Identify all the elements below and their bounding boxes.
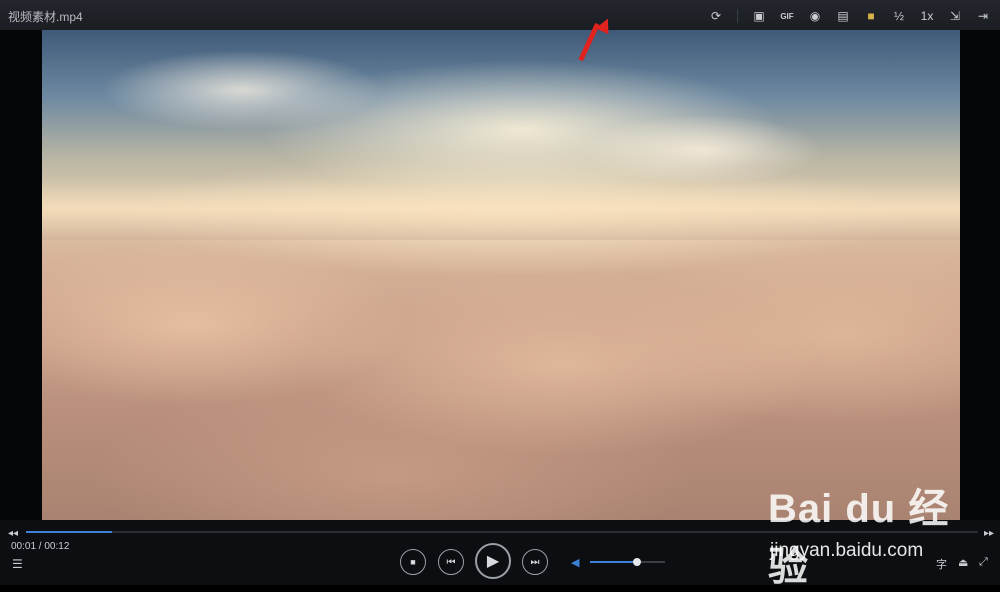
playlist-icon[interactable]: ☰	[12, 557, 23, 571]
seek-forward-icon[interactable]: ▸▸	[984, 528, 994, 539]
pin-icon[interactable]: ⇥	[972, 6, 994, 26]
watermark-logo: Bai du 经验	[768, 487, 950, 589]
refresh-icon[interactable]: ⟳	[705, 6, 727, 26]
gif-icon[interactable]: GIF	[776, 6, 798, 26]
next-button[interactable]: ⏭	[522, 549, 548, 575]
previous-button[interactable]: ⏮	[438, 549, 464, 575]
expand-icon[interactable]: ⤢	[979, 556, 988, 569]
play-button[interactable]: ▶	[475, 543, 511, 579]
next-icon: ⏭	[530, 556, 540, 568]
volume-knob[interactable]	[632, 558, 641, 566]
cloud-band	[42, 180, 960, 240]
pip-icon[interactable]: ⇲	[944, 6, 966, 26]
progress-fill	[26, 531, 112, 533]
play-icon: ▶	[486, 553, 500, 570]
stop-icon: ■	[410, 557, 416, 567]
toolbar-divider	[737, 9, 738, 23]
screenshot-icon[interactable]: ◉	[804, 6, 826, 26]
title-bar: 视频素材.mp4 ⟳ ▣ GIF ◉ ▤ ■ ½ 1x ⇲ ⇥	[0, 0, 1000, 30]
one-x-speed-icon[interactable]: 1x	[916, 6, 938, 26]
half-speed-icon[interactable]: ½	[888, 6, 910, 26]
volume-fill	[590, 561, 637, 563]
stop-button[interactable]: ■	[400, 549, 426, 575]
time-display: 00:01 / 00:12	[11, 541, 70, 552]
media-player: 视频素材.mp4 ⟳ ▣ GIF ◉ ▤ ■ ½ 1x ⇲ ⇥ ◂◂ ▸▸ 00…	[0, 0, 1000, 589]
watermark-url: jingyan.baidu.com	[770, 540, 924, 561]
seek-back-icon[interactable]: ◂◂	[8, 528, 18, 539]
video-frame[interactable]	[42, 30, 960, 520]
volume-slider[interactable]	[590, 558, 665, 566]
previous-icon: ⏮	[446, 556, 456, 568]
fullscreen-icon[interactable]: ▣	[748, 6, 770, 26]
baidu-watermark: Bai du 经验 jingyan.baidu.com	[768, 476, 978, 589]
video-settings-icon[interactable]: ▤	[832, 6, 854, 26]
volume-icon[interactable]: ◀	[571, 556, 579, 569]
top-toolbar: ⟳ ▣ GIF ◉ ▤ ■ ½ 1x ⇲ ⇥	[705, 6, 994, 26]
window-title: 视频素材.mp4	[8, 10, 83, 24]
color-icon[interactable]: ■	[860, 6, 882, 26]
